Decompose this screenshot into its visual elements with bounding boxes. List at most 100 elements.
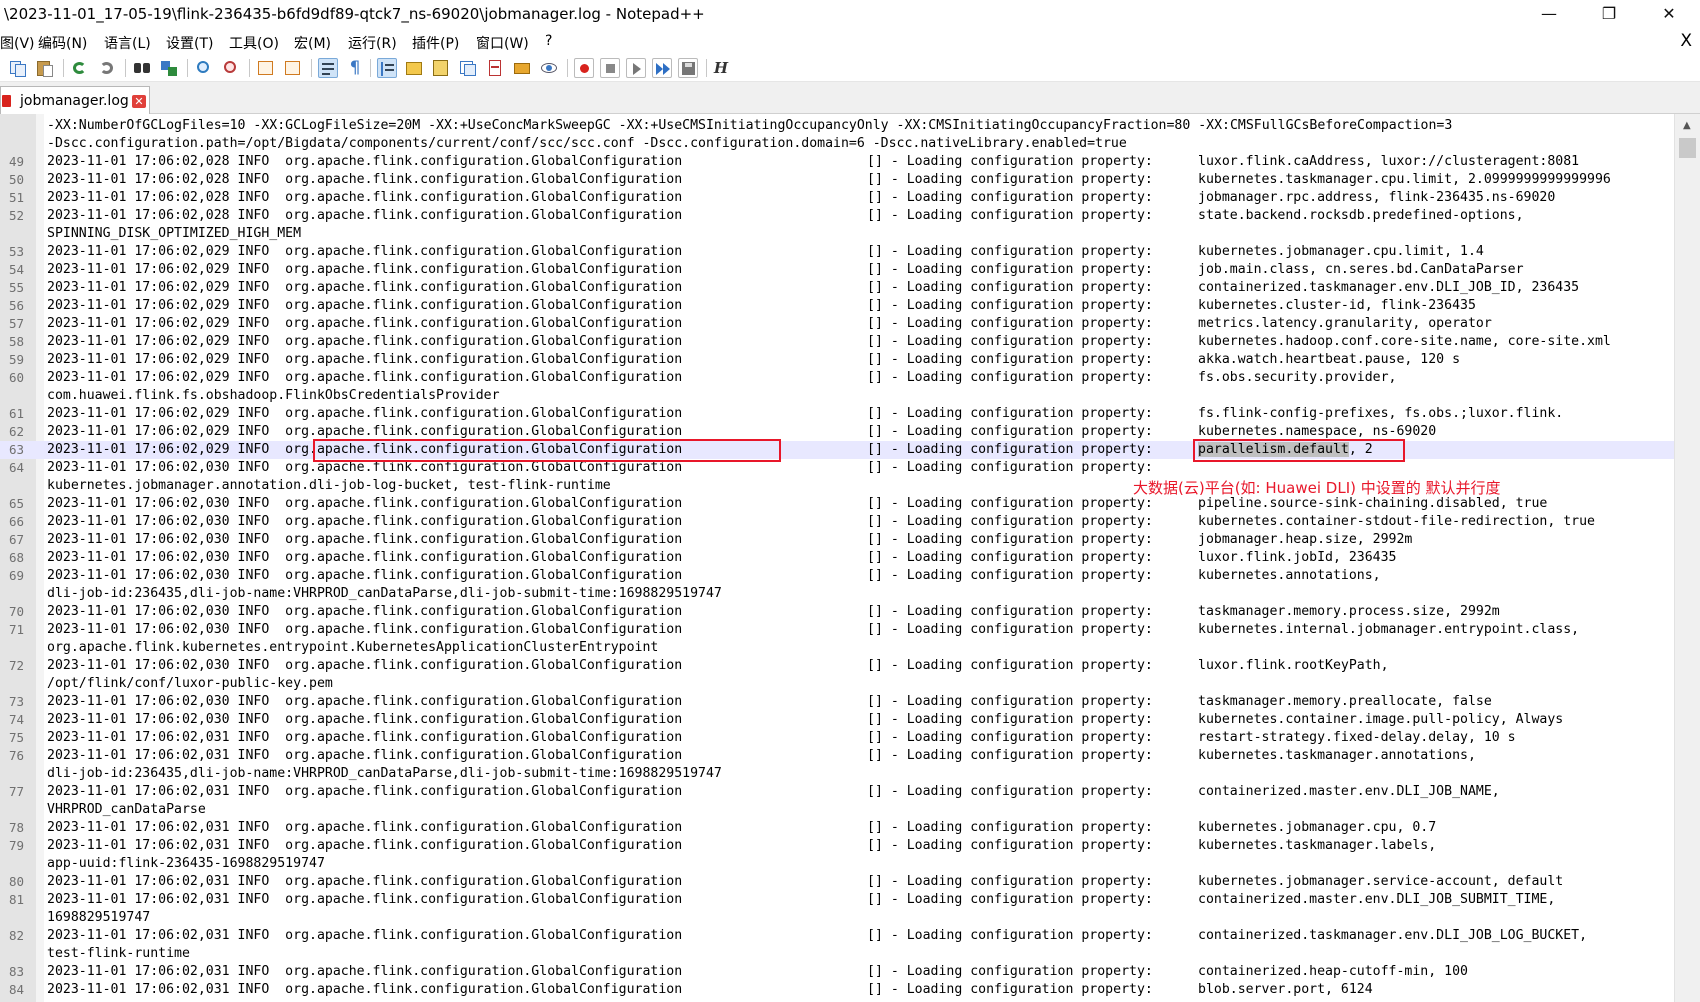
function-list-icon[interactable] [485,58,505,78]
log-line[interactable]: 73 2023-11-01 17:06:02,030 INFO org.apach… [0,693,1674,711]
menu-encoding[interactable]: 编码(N) [38,33,87,53]
tab-close-icon[interactable]: ✕ [132,95,146,108]
log-line[interactable]: 50 2023-11-01 17:06:02,028 INFO org.apach… [0,171,1674,189]
log-line[interactable]: 52 2023-11-01 17:06:02,028 INFO org.apach… [0,207,1674,225]
menu-language[interactable]: 语言(L) [104,33,151,53]
run-macro-multiple-icon[interactable] [652,58,672,78]
log-text-wrapped: org.apache.flink.kubernetes.entrypoint.K… [47,640,659,655]
copy-icon[interactable] [8,58,28,78]
log-text-wrapped: dli-job-id:236435,dli-job-name:VHRPROD_c… [47,586,722,601]
menu-settings[interactable]: 设置(T) [166,33,213,53]
log-line[interactable]: 60 2023-11-01 17:06:02,029 INFO org.apach… [0,369,1674,387]
word-wrap-icon[interactable] [318,58,338,78]
log-line[interactable]: 80 2023-11-01 17:06:02,031 INFO org.apach… [0,873,1674,891]
vertical-scrollbar[interactable]: ▲ [1674,114,1700,1002]
sync-vertical-icon[interactable] [256,58,276,78]
log-line[interactable]: 64 2023-11-01 17:06:02,030 INFO org.apach… [0,459,1674,477]
hex-editor-icon[interactable]: H [711,58,731,78]
show-all-characters-icon[interactable]: ¶ [345,58,365,78]
log-line[interactable]: 84 2023-11-01 17:06:02,031 INFO org.apach… [0,981,1674,999]
log-line[interactable]: 57 2023-11-01 17:06:02,029 INFO org.apach… [0,315,1674,333]
replace-icon[interactable] [159,58,179,78]
menu-view[interactable]: 图(V) [0,33,35,53]
tab-jobmanager-log[interactable]: jobmanager.log ✕ [0,86,150,114]
log-line[interactable]: 78 2023-11-01 17:06:02,031 INFO org.apach… [0,819,1674,837]
log-line[interactable]: 81 2023-11-01 17:06:02,031 INFO org.apach… [0,891,1674,909]
log-line-continuation[interactable]: 1698829519747 [0,909,1674,927]
log-line[interactable]: 61 2023-11-01 17:06:02,029 INFO org.apach… [0,405,1674,423]
line-number: 66 [8,514,24,529]
menu-run[interactable]: 运行(R) [348,33,397,53]
menu-plugins[interactable]: 插件(P) [412,33,459,53]
log-line[interactable]: 54 2023-11-01 17:06:02,029 INFO org.apach… [0,261,1674,279]
log-line-continuation[interactable]: /opt/flink/conf/luxor-public-key.pem [0,675,1674,693]
log-line[interactable]: 55 2023-11-01 17:06:02,029 INFO org.apach… [0,279,1674,297]
log-line[interactable]: 56 2023-11-01 17:06:02,029 INFO org.apach… [0,297,1674,315]
close-window-button[interactable]: ✕ [1646,0,1692,30]
log-line[interactable]: 82 2023-11-01 17:06:02,031 INFO org.apach… [0,927,1674,945]
log-line[interactable]: 77 2023-11-01 17:06:02,031 INFO org.apach… [0,783,1674,801]
find-icon[interactable] [132,58,152,78]
log-text[interactable]: -XX:NumberOfGCLogFiles=10 -XX:GCLogFileS… [0,117,1674,999]
log-line[interactable]: 83 2023-11-01 17:06:02,031 INFO org.apach… [0,963,1674,981]
log-line[interactable]: 67 2023-11-01 17:06:02,030 INFO org.apach… [0,531,1674,549]
monitoring-icon[interactable] [539,58,559,78]
log-line[interactable]: 53 2023-11-01 17:06:02,029 INFO org.apach… [0,243,1674,261]
log-line-continuation[interactable]: com.huawei.flink.fs.obshadoop.FlinkObsCr… [0,387,1674,405]
log-line[interactable]: 74 2023-11-01 17:06:02,030 INFO org.apach… [0,711,1674,729]
log-line[interactable]: 70 2023-11-01 17:06:02,030 INFO org.apach… [0,603,1674,621]
indent-guide-icon[interactable] [377,58,397,78]
log-line-continuation[interactable]: -XX:NumberOfGCLogFiles=10 -XX:GCLogFileS… [0,117,1674,135]
log-line[interactable]: 49 2023-11-01 17:06:02,028 INFO org.apach… [0,153,1674,171]
playback-macro-icon[interactable] [626,58,646,78]
zoom-in-icon[interactable] [194,58,214,78]
menu-window[interactable]: 窗口(W) [476,33,529,53]
log-line[interactable]: 72 2023-11-01 17:06:02,030 INFO org.apach… [0,657,1674,675]
folder-as-workspace-icon[interactable] [512,58,532,78]
log-line[interactable]: 59 2023-11-01 17:06:02,029 INFO org.apach… [0,351,1674,369]
log-line-continuation[interactable]: -Dscc.configuration.path=/opt/Bigdata/co… [0,135,1674,153]
save-macro-icon[interactable] [678,58,698,78]
log-line[interactable]: 79 2023-11-01 17:06:02,031 INFO org.apach… [0,837,1674,855]
document-list-icon[interactable] [458,58,478,78]
log-line-continuation[interactable]: test-flink-runtime [0,945,1674,963]
log-line-continuation[interactable]: SPINNING_DISK_OPTIMIZED_HIGH_MEM [0,225,1674,243]
scroll-up-icon[interactable]: ▲ [1683,120,1691,131]
log-line[interactable]: 58 2023-11-01 17:06:02,029 INFO org.apach… [0,333,1674,351]
stop-recording-icon[interactable] [600,58,620,78]
scroll-thumb[interactable] [1679,138,1696,158]
editor-pane[interactable]: -XX:NumberOfGCLogFiles=10 -XX:GCLogFileS… [0,114,1674,1002]
log-line[interactable]: 51 2023-11-01 17:06:02,028 INFO org.apach… [0,189,1674,207]
log-line[interactable]: 75 2023-11-01 17:06:02,031 INFO org.apach… [0,729,1674,747]
sync-horizontal-icon[interactable] [283,58,303,78]
log-line-continuation[interactable]: dli-job-id:236435,dli-job-name:VHRPROD_c… [0,765,1674,783]
log-line[interactable]: 68 2023-11-01 17:06:02,030 INFO org.apach… [0,549,1674,567]
minimize-button[interactable]: — [1526,0,1572,30]
menu-macro[interactable]: 宏(M) [294,33,331,53]
log-line[interactable]: 71 2023-11-01 17:06:02,030 INFO org.apach… [0,621,1674,639]
log-line[interactable]: 69 2023-11-01 17:06:02,030 INFO org.apach… [0,567,1674,585]
log-line[interactable]: 76 2023-11-01 17:06:02,031 INFO org.apach… [0,747,1674,765]
log-line[interactable]: 63 2023-11-01 17:06:02,029 INFO org.apach… [0,441,1674,459]
menu-tools[interactable]: 工具(O) [229,33,279,53]
undo-icon[interactable] [70,58,90,78]
document-map-icon[interactable] [431,58,451,78]
redo-icon[interactable] [97,58,117,78]
log-line-continuation[interactable]: dli-job-id:236435,dli-job-name:VHRPROD_c… [0,585,1674,603]
log-timestamp-level-logger: 2023-11-01 17:06:02,029 INFO org.apache.… [47,316,683,331]
menu-help[interactable]: ? [545,33,552,49]
log-message-prefix: [] - Loading configuration property: [867,928,1153,943]
maximize-button[interactable]: ❐ [1586,0,1632,30]
record-macro-icon[interactable] [574,58,594,78]
log-line-continuation[interactable]: VHRPROD_canDataParse [0,801,1674,819]
zoom-out-icon[interactable] [221,58,241,78]
paste-icon[interactable] [35,58,55,78]
log-line[interactable]: 62 2023-11-01 17:06:02,029 INFO org.apach… [0,423,1674,441]
line-number: 82 [8,928,24,943]
log-message-prefix: [] - Loading configuration property: [867,622,1153,637]
log-line-continuation[interactable]: app-uuid:flink-236435-1698829519747 [0,855,1674,873]
close-document-button[interactable]: X [1680,31,1692,51]
user-defined-language-icon[interactable] [404,58,424,78]
log-line[interactable]: 66 2023-11-01 17:06:02,030 INFO org.apach… [0,513,1674,531]
log-line-continuation[interactable]: org.apache.flink.kubernetes.entrypoint.K… [0,639,1674,657]
